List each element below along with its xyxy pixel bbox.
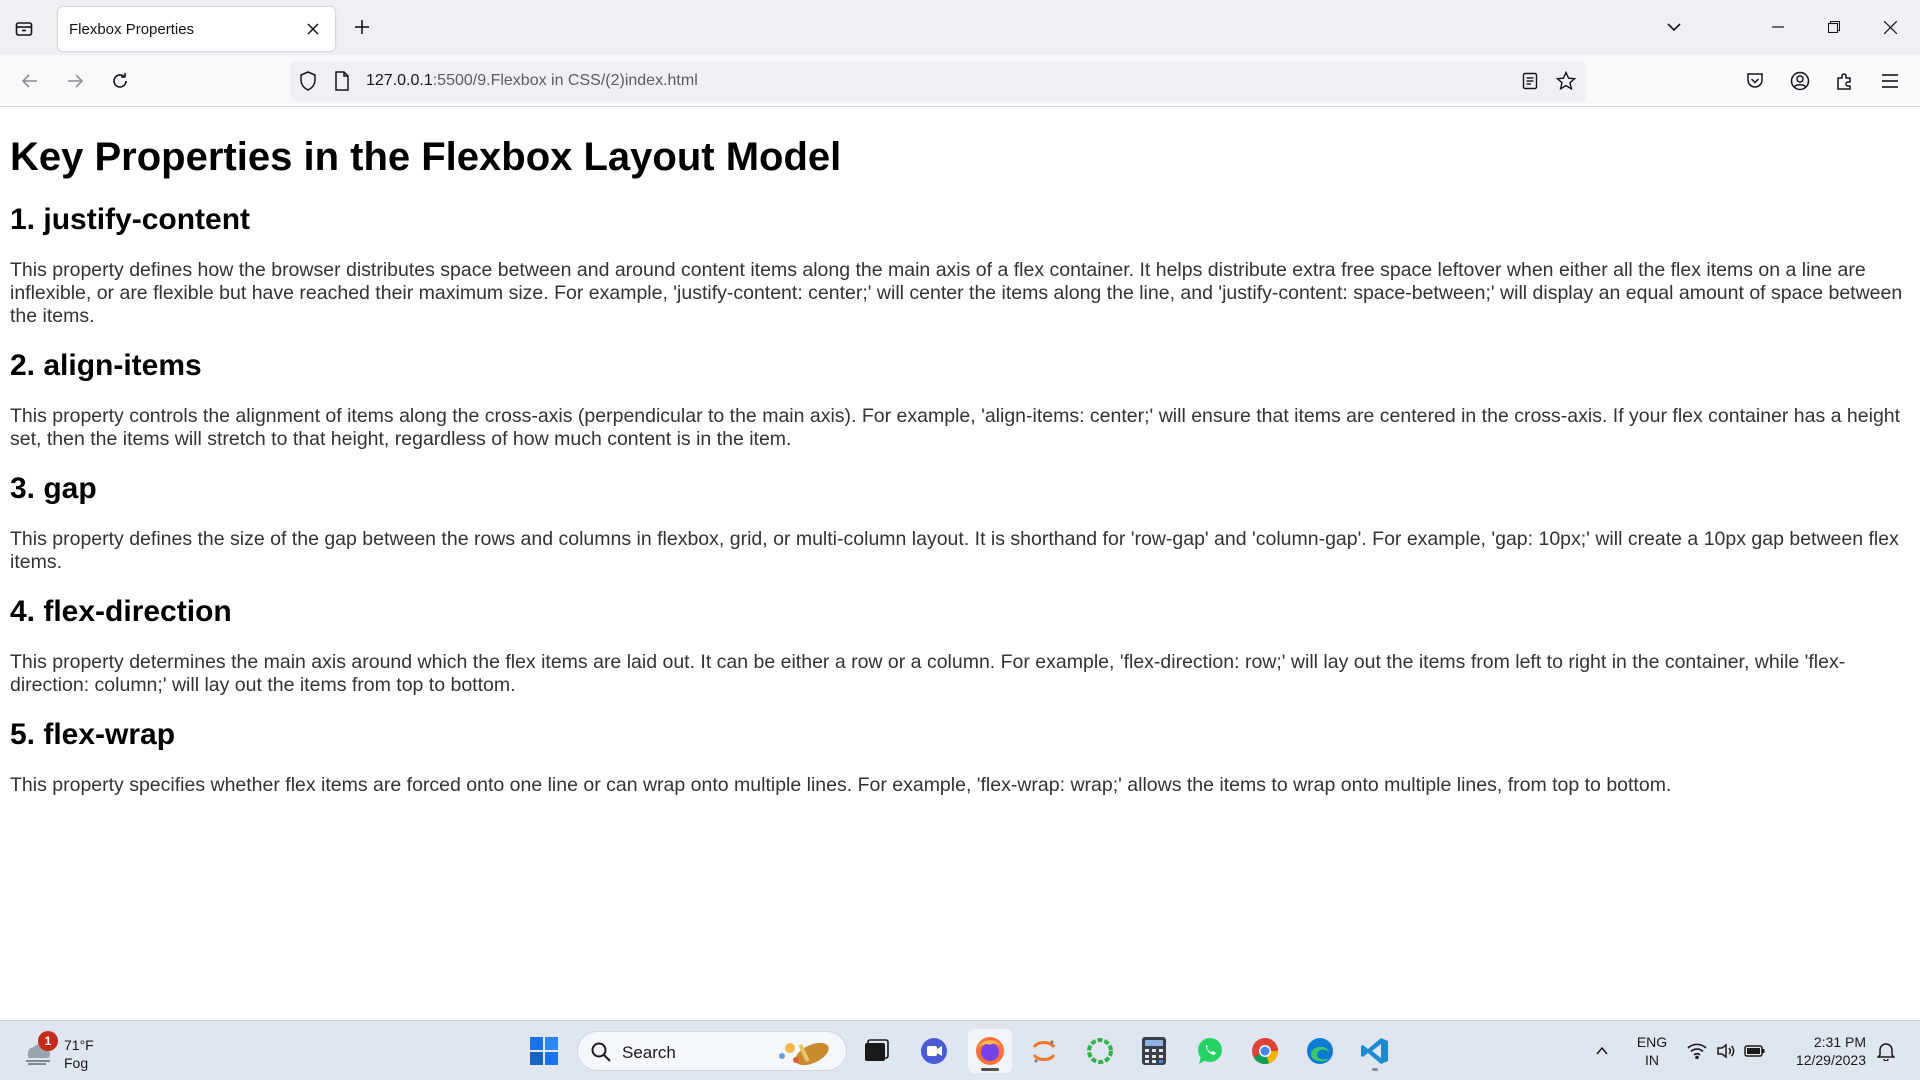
section-body: This property determines the main axis a… bbox=[10, 651, 1846, 696]
windows-icon bbox=[530, 1037, 558, 1065]
taskbar-green-app[interactable] bbox=[1078, 1029, 1122, 1073]
notification-badge: 1 bbox=[38, 1031, 58, 1051]
taskbar: 1 71°F Fog Search ENG IN 2:31 PM 12/29/2… bbox=[0, 1020, 1920, 1080]
clock-date: 12/29/2023 bbox=[1795, 1052, 1866, 1068]
section-flex-direction: 4. flex-direction This property determin… bbox=[10, 594, 1910, 697]
section-body: This property defines how the browser di… bbox=[10, 259, 1903, 327]
active-indicator bbox=[981, 1068, 999, 1071]
section-heading: 2. align-items bbox=[10, 349, 202, 382]
bookmark-star-icon[interactable] bbox=[1554, 69, 1578, 93]
url-host: 127.0.0.1 bbox=[366, 72, 433, 89]
account-icon[interactable] bbox=[1787, 68, 1813, 94]
url-path: :5500/9.Flexbox in CSS/(2)index.html bbox=[432, 72, 698, 89]
taskbar-zoom[interactable] bbox=[912, 1029, 956, 1073]
section-body: This property specifies whether flex ite… bbox=[10, 774, 1672, 796]
browser-titlebar: Flexbox Properties bbox=[0, 0, 1920, 55]
input-language[interactable]: ENG IN bbox=[1632, 1033, 1672, 1069]
reader-view-icon[interactable] bbox=[1518, 69, 1542, 93]
jupyter-icon bbox=[1032, 1040, 1056, 1063]
section-align-items: 2. align-items This property controls th… bbox=[10, 348, 1910, 451]
search-icon bbox=[591, 1042, 611, 1062]
new-tab-icon[interactable] bbox=[348, 13, 376, 41]
section-gap: 3. gap This property defines the size of… bbox=[10, 471, 1910, 574]
back-icon[interactable] bbox=[15, 66, 45, 96]
taskbar-chrome[interactable] bbox=[1243, 1029, 1287, 1073]
calculator-icon bbox=[1142, 1037, 1166, 1065]
clock-time: 2:31 PM bbox=[1813, 1034, 1866, 1050]
battery-icon[interactable] bbox=[1743, 1039, 1767, 1063]
tab-list-icon[interactable] bbox=[10, 14, 38, 42]
taskbar-whatsapp[interactable] bbox=[1188, 1029, 1232, 1073]
close-tab-icon[interactable] bbox=[303, 19, 323, 39]
search-label: Search bbox=[622, 1043, 676, 1062]
section-heading: 4. flex-direction bbox=[10, 595, 232, 628]
section-heading: 1. justify-content bbox=[10, 203, 251, 236]
edge-icon bbox=[1307, 1038, 1333, 1064]
weather-temperature: 71°F bbox=[64, 1037, 94, 1053]
system-clock[interactable]: 2:31 PM 12/29/2023 bbox=[1780, 1033, 1866, 1069]
pocket-icon[interactable] bbox=[1742, 68, 1768, 94]
url-bar[interactable]: 127.0.0.1:5500/9.Flexbox in CSS/(2)index… bbox=[290, 61, 1586, 101]
minimize-icon[interactable] bbox=[1760, 10, 1796, 44]
reload-icon[interactable] bbox=[105, 66, 135, 96]
extensions-icon[interactable] bbox=[1832, 68, 1858, 94]
section-heading: 3. gap bbox=[10, 472, 97, 505]
close-window-icon[interactable] bbox=[1872, 10, 1908, 44]
taskbar-jupyter[interactable] bbox=[1022, 1029, 1066, 1073]
vscode-icon bbox=[1361, 1038, 1388, 1064]
browser-toolbar: 127.0.0.1:5500/9.Flexbox in CSS/(2)index… bbox=[0, 55, 1920, 107]
taskbar-calculator[interactable] bbox=[1132, 1029, 1176, 1073]
page-info-icon[interactable] bbox=[330, 69, 354, 93]
whatsapp-icon bbox=[1198, 1038, 1222, 1064]
taskbar-firefox[interactable] bbox=[968, 1029, 1012, 1073]
shield-icon[interactable] bbox=[296, 69, 320, 93]
start-button[interactable] bbox=[522, 1029, 566, 1073]
restore-icon[interactable] bbox=[1816, 10, 1852, 44]
taskbar-edge[interactable] bbox=[1298, 1029, 1342, 1073]
notification-bell-icon[interactable] bbox=[1874, 1039, 1898, 1063]
tab-title: Flexbox Properties bbox=[69, 20, 195, 38]
section-body: This property controls the alignment of … bbox=[10, 405, 1901, 450]
taskbar-file-explorer[interactable] bbox=[854, 1029, 898, 1073]
running-indicator bbox=[1372, 1068, 1378, 1071]
browser-tab[interactable]: Flexbox Properties bbox=[58, 7, 335, 51]
page-title: Key Properties in the Flexbox Layout Mod… bbox=[10, 135, 842, 179]
task-view-icon bbox=[865, 1039, 889, 1061]
forward-icon[interactable] bbox=[60, 66, 90, 96]
menu-icon[interactable] bbox=[1877, 68, 1903, 94]
video-chat-icon bbox=[921, 1038, 947, 1064]
section-flex-wrap: 5. flex-wrap This property specifies whe… bbox=[10, 717, 1910, 797]
wifi-icon[interactable] bbox=[1685, 1039, 1709, 1063]
section-justify-content: 1. justify-content This property defines… bbox=[10, 202, 1910, 328]
sync-ring-icon bbox=[1087, 1038, 1113, 1064]
language-code: ENG bbox=[1636, 1034, 1668, 1050]
region-code: IN bbox=[1645, 1052, 1659, 1068]
chevron-up-icon[interactable] bbox=[1590, 1039, 1614, 1063]
page-content: Key Properties in the Flexbox Layout Mod… bbox=[10, 107, 1910, 797]
firefox-icon bbox=[976, 1037, 1004, 1065]
section-heading: 5. flex-wrap bbox=[10, 718, 176, 751]
taskbar-vscode[interactable] bbox=[1353, 1029, 1397, 1073]
list-all-tabs-icon[interactable] bbox=[1656, 10, 1692, 44]
search-highlight-icon bbox=[779, 1042, 829, 1066]
weather-condition: Fog bbox=[64, 1055, 89, 1071]
weather-widget[interactable]: 1 71°F Fog bbox=[20, 1031, 130, 1073]
volume-icon[interactable] bbox=[1714, 1039, 1738, 1063]
taskbar-search[interactable]: Search bbox=[577, 1031, 847, 1071]
url-text[interactable]: 127.0.0.1:5500/9.Flexbox in CSS/(2)index… bbox=[366, 72, 698, 90]
section-body: This property defines the size of the ga… bbox=[10, 528, 1899, 573]
chrome-icon bbox=[1252, 1038, 1278, 1065]
